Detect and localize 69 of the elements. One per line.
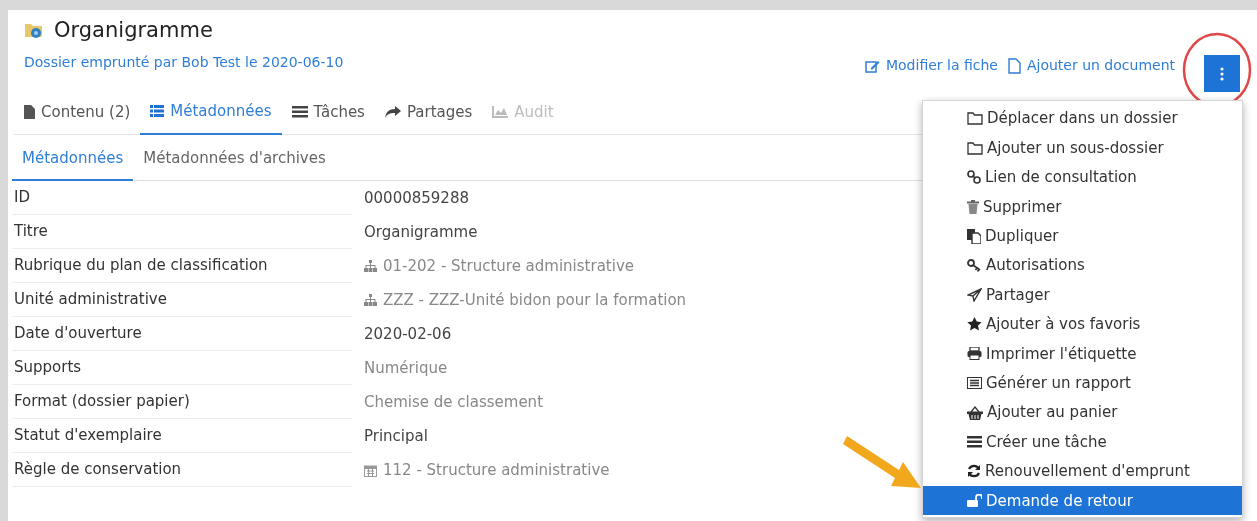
field-value: Chemise de classement	[364, 391, 543, 413]
field-label: Supports	[12, 351, 352, 385]
subtab[interactable]: Métadonnées	[12, 146, 134, 181]
tab[interactable]: Partages	[374, 94, 483, 134]
borrow-link[interactable]: Dossier emprunté par Bob Test le 2020-06-10	[24, 52, 344, 73]
menu-item[interactable]: Supprimer	[923, 192, 1242, 222]
menu-item[interactable]: Autorisations	[923, 250, 1242, 281]
field-value: ZZZ - ZZZ-Unité bidon pour la formation	[383, 289, 687, 311]
field-value: Organigramme	[364, 221, 478, 243]
list-icon	[150, 105, 165, 118]
field-label: Rubrique du plan de classification	[12, 249, 352, 283]
tasks-icon	[967, 436, 982, 448]
edit-icon	[864, 58, 880, 73]
tab[interactable]: Contenu (2)	[14, 94, 141, 134]
field-value: Principal	[364, 425, 428, 447]
share-arrow-icon	[384, 105, 401, 118]
menu-item[interactable]: Créer une tâche	[923, 427, 1242, 457]
tasks-icon	[291, 105, 308, 118]
hierarchy-icon	[364, 294, 377, 306]
hierarchy-icon	[364, 260, 377, 272]
subtab[interactable]: Métadonnées d'archives	[133, 146, 336, 180]
chart-icon	[492, 105, 509, 118]
tab[interactable]: Métadonnées	[140, 94, 282, 135]
menu-item[interactable]: Dupliquer	[923, 221, 1242, 251]
report-icon	[967, 377, 982, 390]
star-icon	[967, 317, 982, 332]
field-label: Unité administrative	[12, 283, 352, 317]
field-label: Date d'ouverture	[12, 317, 352, 351]
menu-item[interactable]: Partager	[923, 280, 1242, 310]
calendar-icon	[364, 463, 377, 477]
field-value: 01-202 - Structure administrative	[383, 255, 634, 277]
menu-item[interactable]: Demande de retour	[923, 486, 1242, 516]
field-value: 112 - Structure administrative	[383, 459, 610, 481]
unlock-icon	[967, 494, 982, 508]
menu-item[interactable]: Déplacer dans un dossier	[923, 104, 1242, 134]
page-title: Organigramme	[54, 17, 213, 44]
field-value: 2020-02-06	[364, 323, 452, 345]
field-label: Titre	[12, 215, 352, 249]
menu-item[interactable]: Ajouter au panier	[923, 397, 1242, 428]
menu-item[interactable]: Lien de consultation	[923, 162, 1242, 193]
trash-icon	[967, 199, 979, 214]
copy-icon	[967, 228, 981, 244]
menu-item[interactable]: Imprimer l'étiquette	[923, 339, 1242, 369]
document-icon	[1007, 57, 1021, 74]
menu-item[interactable]: Renouvellement d'emprunt	[923, 456, 1242, 487]
printer-icon	[967, 347, 982, 361]
menu-item[interactable]: Ajouter à vos favoris	[923, 309, 1242, 340]
menu-item[interactable]: Ajouter un sous-dossier	[923, 133, 1242, 163]
field-value: Numérique	[364, 357, 448, 379]
action-link[interactable]: Modifier la fiche	[864, 55, 998, 76]
folder-icon	[24, 21, 44, 39]
key-icon	[967, 259, 982, 273]
field-label: Règle de conservation	[12, 453, 352, 487]
tab[interactable]: Tâches	[281, 94, 375, 134]
folder-icon	[967, 112, 983, 126]
refresh-icon	[967, 464, 981, 479]
link-icon	[967, 170, 981, 185]
field-label: ID	[12, 181, 352, 215]
field-value: 00000859288	[364, 187, 469, 209]
more-button[interactable]	[1204, 55, 1240, 92]
send-icon	[967, 288, 982, 303]
field-label: Statut d'exemplaire	[12, 419, 352, 453]
basket-icon	[967, 405, 983, 420]
menu-item[interactable]: Générer un rapport	[923, 368, 1242, 398]
field-label: Format (dossier papier)	[12, 385, 352, 419]
folder-icon	[967, 141, 983, 155]
action-link[interactable]: Ajouter un document	[1007, 55, 1175, 76]
document-icon	[24, 104, 35, 119]
kebab-icon	[1220, 66, 1224, 81]
